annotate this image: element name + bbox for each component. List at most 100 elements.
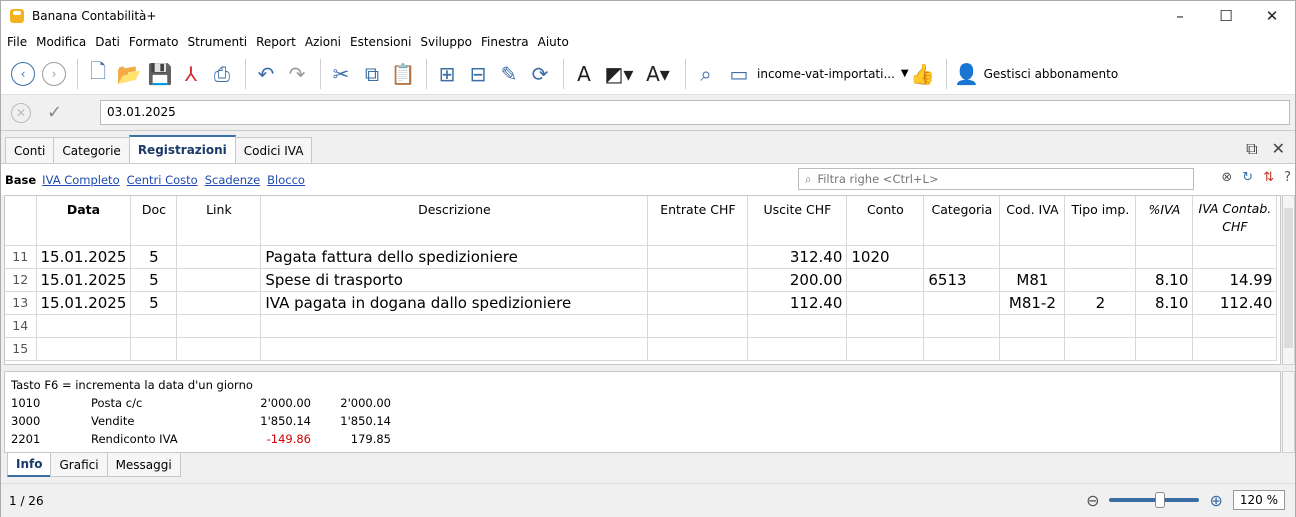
cell-uscite[interactable]: 200.00	[747, 268, 848, 292]
font-icon[interactable]: A	[570, 59, 598, 89]
cell-data[interactable]: 15.01.2025	[36, 268, 132, 292]
col-categoria[interactable]: Categoria	[923, 196, 1001, 246]
cell-conto[interactable]	[846, 314, 925, 338]
grid-scrollbar[interactable]	[1282, 195, 1295, 365]
back-button[interactable]: ‹	[9, 59, 37, 89]
cell-doc[interactable]: 5	[130, 291, 178, 315]
cell-tipo-imp[interactable]: 2	[1064, 291, 1137, 315]
cell-categoria[interactable]	[923, 245, 1001, 269]
search-icon[interactable]: ⌕	[692, 59, 720, 89]
table-row[interactable]: 15	[5, 337, 1278, 361]
cell-link[interactable]	[176, 268, 262, 292]
cell-data[interactable]	[36, 314, 132, 338]
cell-conto[interactable]	[846, 268, 925, 292]
view-iva-completo[interactable]: IVA Completo	[42, 173, 119, 187]
cell-iva-contab[interactable]	[1192, 314, 1278, 338]
menu-sviluppo[interactable]: Sviluppo	[420, 35, 472, 49]
cell-uscite[interactable]	[747, 314, 848, 338]
menu-finestra[interactable]: Finestra	[481, 35, 529, 49]
cell-perc-iva[interactable]: 8.10	[1135, 291, 1194, 315]
cell-descrizione[interactable]: Spese di trasporto	[260, 268, 649, 292]
copy-icon[interactable]: ⧉	[358, 59, 386, 89]
pdf-icon[interactable]: ⅄	[177, 59, 205, 89]
menu-azioni[interactable]: Azioni	[305, 35, 341, 49]
col-iva-contab[interactable]: IVA Contab. CHF	[1192, 196, 1278, 246]
cell-cod-iva[interactable]	[999, 337, 1066, 361]
zoom-out-icon[interactable]: ⊖	[1086, 491, 1099, 510]
cut-icon[interactable]: ✂	[327, 59, 355, 89]
cell-iva-contab[interactable]: 112.40	[1192, 291, 1278, 315]
zoom-slider-knob[interactable]	[1155, 492, 1166, 508]
tab-messaggi[interactable]: Messaggi	[106, 453, 181, 477]
cell-tipo-imp[interactable]	[1064, 314, 1137, 338]
cell-categoria[interactable]	[923, 314, 1001, 338]
cell-entrate[interactable]	[647, 337, 749, 361]
cell-descrizione[interactable]: Pagata fattura dello spedizioniere	[260, 245, 649, 269]
cell-link[interactable]	[176, 337, 262, 361]
save-icon[interactable]: 💾	[146, 59, 174, 89]
file-dropdown[interactable]: ▭ income-vat-importati... ▼	[725, 59, 909, 89]
cell-entrate[interactable]	[647, 314, 749, 338]
zoom-in-icon[interactable]: ⊕	[1209, 491, 1222, 510]
cell-cod-iva[interactable]	[999, 245, 1066, 269]
open-folder-icon[interactable]: 📂	[115, 59, 143, 89]
cell-cod-iva[interactable]: M81	[999, 268, 1066, 292]
zoom-slider[interactable]	[1109, 492, 1200, 508]
scroll-thumb[interactable]	[1284, 208, 1293, 348]
cell-data[interactable]: 15.01.2025	[36, 245, 132, 269]
table-row[interactable]: 13 15.01.2025 5 IVA pagata in dogana dallo …	[5, 291, 1278, 315]
cell-categoria[interactable]: 6513	[923, 268, 1001, 292]
cell-data[interactable]: 15.01.2025	[36, 291, 132, 315]
menu-strumenti[interactable]: Strumenti	[188, 35, 248, 49]
col-tipo-imp[interactable]: Tipo imp.	[1064, 196, 1137, 246]
cell-edit-field[interactable]: 03.01.2025	[100, 100, 1290, 125]
cell-uscite[interactable]: 312.40	[747, 245, 848, 269]
insert-row-icon[interactable]: ⊞	[433, 59, 461, 89]
redo-icon[interactable]: ↷	[283, 59, 311, 89]
cell-conto[interactable]	[846, 337, 925, 361]
menu-report[interactable]: Report	[256, 35, 296, 49]
cell-conto[interactable]: 1020	[846, 245, 925, 269]
print-preview-icon[interactable]: ⎙	[208, 59, 236, 89]
cell-entrate[interactable]	[647, 291, 749, 315]
cell-cod-iva[interactable]: M81-2	[999, 291, 1066, 315]
table-row[interactable]: 14	[5, 314, 1278, 338]
cell-tipo-imp[interactable]	[1064, 337, 1137, 361]
close-button[interactable]: ✕	[1249, 1, 1295, 31]
cell-doc[interactable]: 5	[130, 245, 178, 269]
text-color-icon[interactable]: A▾	[640, 59, 676, 89]
restore-panel-icon[interactable]: ⧉	[1246, 139, 1257, 159]
undo-icon[interactable]: ↶	[252, 59, 280, 89]
col-link[interactable]: Link	[176, 196, 262, 246]
cell-perc-iva[interactable]	[1135, 337, 1194, 361]
cell-link[interactable]	[176, 245, 262, 269]
col-doc[interactable]: Doc	[130, 196, 178, 246]
cell-uscite[interactable]	[747, 337, 848, 361]
clear-filter-icon[interactable]: ⊗	[1221, 170, 1232, 185]
cell-data[interactable]	[36, 337, 132, 361]
cell-descrizione[interactable]: IVA pagata in dogana dallo spedizioniere	[260, 291, 649, 315]
table-row[interactable]: 11 15.01.2025 5 Pagata fattura dello spediz…	[5, 245, 1278, 269]
cell-iva-contab[interactable]	[1192, 337, 1278, 361]
view-centri-costo[interactable]: Centri Costo	[127, 173, 198, 187]
cell-doc[interactable]	[130, 314, 178, 338]
like-icon[interactable]: 👍	[909, 59, 937, 89]
col-data[interactable]: Data	[36, 196, 132, 246]
cell-doc[interactable]: 5	[130, 268, 178, 292]
col-perc-iva[interactable]: %IVA	[1135, 196, 1194, 246]
minimize-button[interactable]: –	[1157, 1, 1203, 31]
cell-link[interactable]	[176, 314, 262, 338]
sort-filter-icon[interactable]: ⇅	[1263, 170, 1274, 185]
cell-perc-iva[interactable]	[1135, 314, 1194, 338]
cell-perc-iva[interactable]	[1135, 245, 1194, 269]
menu-estensioni[interactable]: Estensioni	[350, 35, 411, 49]
menu-aiuto[interactable]: Aiuto	[538, 35, 569, 49]
cell-descrizione[interactable]	[260, 337, 649, 361]
cell-iva-contab[interactable]	[1192, 245, 1278, 269]
cell-descrizione[interactable]	[260, 314, 649, 338]
new-file-icon[interactable]: 🗋	[84, 59, 112, 89]
help-icon[interactable]: ?	[1284, 170, 1291, 185]
col-descrizione[interactable]: Descrizione	[260, 196, 649, 246]
cell-tipo-imp[interactable]	[1064, 268, 1137, 292]
cell-doc[interactable]	[130, 337, 178, 361]
